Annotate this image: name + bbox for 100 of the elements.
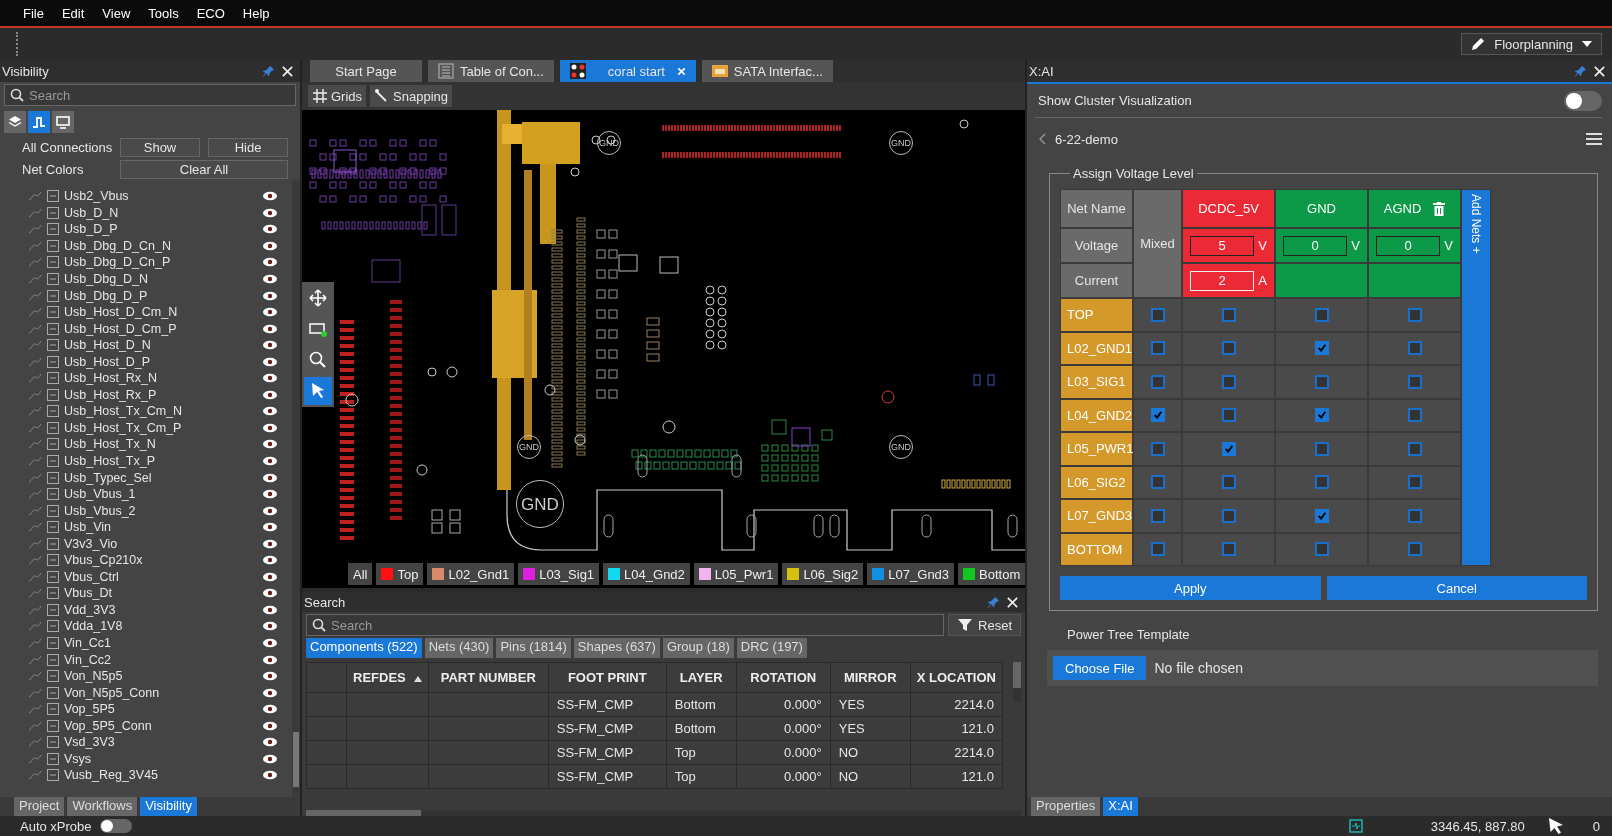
collapse-icon[interactable]	[47, 289, 59, 302]
menu-icon[interactable]	[1586, 133, 1602, 145]
close-icon[interactable]	[281, 64, 294, 78]
voltage-field[interactable]: 0	[1283, 235, 1348, 256]
checkbox[interactable]	[1221, 475, 1236, 490]
checkbox[interactable]	[1150, 542, 1165, 557]
menu-item[interactable]: Edit	[52, 5, 94, 21]
eye-icon[interactable]	[262, 340, 278, 351]
net-name[interactable]: Usb_Host_D_N	[64, 338, 257, 353]
eye-icon[interactable]	[262, 191, 278, 202]
trash-icon[interactable]	[1433, 201, 1446, 216]
collapse-icon[interactable]	[47, 653, 59, 666]
eye-icon[interactable]	[262, 737, 278, 748]
checkbox[interactable]	[1221, 441, 1236, 456]
net-name[interactable]: Usb_D_P	[64, 222, 257, 237]
collapse-icon[interactable]	[47, 455, 59, 467]
checkbox[interactable]	[1150, 408, 1165, 423]
eye-icon[interactable]	[262, 687, 278, 698]
checkbox[interactable]	[1150, 441, 1165, 456]
checkbox[interactable]	[1407, 441, 1422, 456]
collapse-icon[interactable]	[47, 388, 59, 401]
search-field[interactable]: Search	[4, 84, 296, 106]
clear-all-button[interactable]: Clear All	[120, 159, 288, 179]
collapse-icon[interactable]	[47, 372, 59, 385]
document-tab[interactable]: Start Page	[310, 60, 422, 82]
layer-chip[interactable]: L05_Pwr1	[693, 563, 779, 585]
scrollbar-thumb[interactable]	[1013, 662, 1021, 688]
collapse-icon[interactable]	[47, 306, 59, 319]
collapse-icon[interactable]	[47, 570, 59, 583]
results-tab[interactable]: Components (522)	[306, 638, 422, 658]
eye-icon[interactable]	[262, 671, 278, 682]
pin-icon[interactable]	[262, 64, 275, 78]
net-name[interactable]: Von_N5p5	[64, 669, 257, 684]
eye-icon[interactable]	[262, 274, 278, 284]
results-tab[interactable]: Shapes (637)	[573, 638, 660, 658]
net-name[interactable]: Usb_Host_Rx_P	[64, 387, 257, 402]
collapse-icon[interactable]	[47, 355, 59, 368]
column-header[interactable]: LAYER	[666, 662, 737, 693]
checkbox[interactable]	[1314, 307, 1329, 322]
close-icon[interactable]	[1006, 595, 1019, 609]
add-nets-button[interactable]: Add Nets +	[1461, 189, 1491, 566]
checkbox[interactable]	[1407, 307, 1422, 322]
collapse-icon[interactable]	[47, 603, 59, 616]
collapse-icon[interactable]	[47, 273, 59, 285]
snapping-button[interactable]: Snapping	[370, 85, 452, 107]
net-name[interactable]: Vbus_Cp210x	[64, 553, 257, 568]
net-name[interactable]: Usb_Host_D_Cm_N	[64, 305, 257, 320]
collapse-icon[interactable]	[47, 670, 59, 683]
voltage-field[interactable]: 0	[1376, 235, 1441, 256]
net-name[interactable]: Usb2_Vbus	[64, 189, 257, 204]
cancel-button[interactable]: Cancel	[1326, 576, 1587, 600]
panel-tab[interactable]: Project	[14, 797, 65, 816]
net-name[interactable]: Vusb_Reg_3V45	[64, 768, 257, 783]
checkbox[interactable]	[1314, 508, 1329, 523]
scrollbar-thumb[interactable]	[306, 810, 421, 816]
column-header[interactable]: MIRROR	[830, 662, 911, 693]
checkbox[interactable]	[1407, 374, 1422, 389]
checkbox[interactable]	[1150, 508, 1165, 523]
collapse-icon[interactable]	[47, 239, 59, 252]
checkbox[interactable]	[1314, 441, 1329, 456]
column-header[interactable]: ROTATION	[736, 662, 831, 693]
eye-icon[interactable]	[262, 406, 278, 417]
eye-icon[interactable]	[262, 472, 278, 483]
checkbox[interactable]	[1221, 374, 1236, 389]
collapse-icon[interactable]	[47, 421, 59, 434]
net-name[interactable]: Vsys	[64, 751, 257, 766]
connections-button[interactable]: Hide	[208, 137, 288, 157]
all-layers-button[interactable]: All	[348, 563, 373, 585]
collapse-icon[interactable]	[47, 438, 59, 451]
layer-chip[interactable]: Bottom	[958, 563, 1025, 585]
checkbox[interactable]	[1407, 341, 1422, 356]
collapse-icon[interactable]	[47, 504, 59, 517]
net-name[interactable]: Usb_Vin	[64, 520, 257, 535]
eye-icon[interactable]	[262, 422, 278, 433]
net-name[interactable]: Usb_Host_Tx_Cm_P	[64, 420, 257, 435]
net-name[interactable]: Usb_Host_Tx_N	[64, 437, 257, 452]
eye-icon[interactable]	[262, 505, 278, 516]
column-header[interactable]: FOOT PRINT	[548, 662, 667, 693]
net-name[interactable]: Von_N5p5_Conn	[64, 685, 257, 700]
current-field[interactable]: 2	[1190, 270, 1255, 291]
net-name[interactable]: Usb_Dbg_D_Cn_P	[64, 255, 257, 270]
panel-tab[interactable]: X:AI	[1103, 797, 1138, 816]
choose-file-button[interactable]: Choose File	[1053, 656, 1147, 680]
net-name[interactable]: Usb_Typec_Sel	[64, 470, 257, 485]
net-name[interactable]: Usb_Dbg_D_Cn_N	[64, 238, 257, 253]
net-name[interactable]: Usb_Host_D_P	[64, 354, 257, 369]
back-icon[interactable]	[1039, 133, 1047, 145]
search-field[interactable]: Search	[306, 614, 945, 636]
net-name[interactable]: Vbus_Ctrl	[64, 569, 257, 584]
checkbox[interactable]	[1314, 475, 1329, 490]
voltage-field[interactable]: 5	[1190, 235, 1255, 256]
scrollbar-thumb[interactable]	[293, 732, 299, 787]
document-tab[interactable]: coral start	[559, 60, 696, 82]
eye-icon[interactable]	[262, 224, 278, 235]
eye-icon[interactable]	[262, 720, 278, 731]
menu-item[interactable]: Help	[233, 5, 279, 21]
layer-chip[interactable]: L03_Sig1	[518, 563, 600, 585]
checkbox[interactable]	[1407, 508, 1422, 523]
eye-icon[interactable]	[262, 538, 278, 549]
eye-icon[interactable]	[262, 373, 278, 384]
